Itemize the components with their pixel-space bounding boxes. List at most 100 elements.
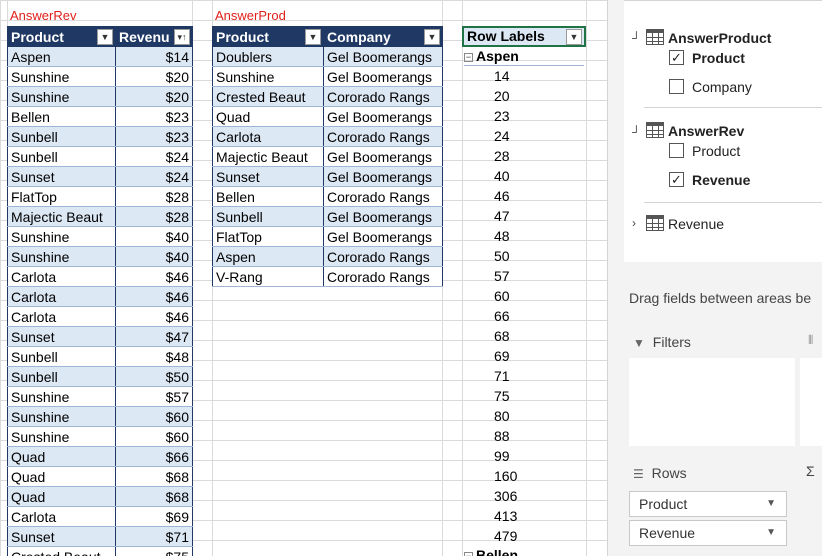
pivot-value[interactable]: 23: [494, 106, 510, 126]
chevron-down-icon[interactable]: ▼: [766, 492, 776, 516]
product-cell[interactable]: Quad: [7, 466, 116, 487]
table-row[interactable]: Quad $68: [7, 486, 193, 507]
product-cell[interactable]: V-Rang: [212, 266, 324, 287]
revenue-cell[interactable]: $24: [115, 166, 193, 187]
table-row[interactable]: Sunset $71: [7, 526, 193, 547]
table-row[interactable]: Carlota Cororado Rangs: [212, 126, 443, 147]
pivot-value[interactable]: 50: [494, 246, 510, 266]
product-cell[interactable]: Sunshine: [7, 246, 116, 267]
filter-dropdown-icon[interactable]: ▼: [305, 29, 321, 45]
product-cell[interactable]: Sunshine: [7, 66, 116, 87]
pivot-value[interactable]: 60: [494, 286, 510, 306]
pivot-value[interactable]: 71: [494, 366, 510, 386]
table-row[interactable]: Majectic Beaut Gel Boomerangs: [212, 146, 443, 167]
pivot-value[interactable]: 20: [494, 86, 510, 106]
table-row[interactable]: Sunbell $24: [7, 146, 193, 167]
product-cell[interactable]: Sunshine: [7, 426, 116, 447]
answer-rev-title[interactable]: AnswerRev: [7, 6, 79, 26]
product-cell[interactable]: Bellen: [7, 106, 116, 127]
table-row[interactable]: Doublers Gel Boomerangs: [212, 46, 443, 67]
table-row[interactable]: Quad $68: [7, 466, 193, 487]
revenue-cell[interactable]: $60: [115, 426, 193, 447]
revenue-cell[interactable]: $23: [115, 126, 193, 147]
pivot-value[interactable]: 40: [494, 166, 510, 186]
field-product[interactable]: Product: [692, 143, 740, 159]
pivot-value[interactable]: 14: [494, 66, 510, 86]
revenue-cell[interactable]: $28: [115, 186, 193, 207]
product-cell[interactable]: FlatTop: [212, 226, 324, 247]
sort-filter-icon[interactable]: ▾↑: [174, 29, 190, 45]
company-cell[interactable]: Gel Boomerangs: [323, 106, 443, 127]
checkbox-checked-icon[interactable]: ✓: [669, 172, 684, 187]
pivot-group-row[interactable]: − Bellen: [464, 545, 584, 556]
table-row[interactable]: Carlota $46: [7, 306, 193, 327]
pivot-value[interactable]: 48: [494, 226, 510, 246]
company-cell[interactable]: Cororado Rangs: [323, 266, 443, 287]
filter-dropdown-icon[interactable]: ▼: [424, 29, 440, 45]
table-row[interactable]: Carlota $46: [7, 286, 193, 307]
pivot-value[interactable]: 24: [494, 126, 510, 146]
pivot-value[interactable]: 479: [494, 526, 517, 546]
revenue-cell[interactable]: $24: [115, 146, 193, 167]
spreadsheet-grid[interactable]: AnswerRev AnswerProd Product ▼ Revenu ▾↑ A…: [0, 0, 607, 556]
table-row[interactable]: Bellen $23: [7, 106, 193, 127]
revenue-cell[interactable]: $47: [115, 326, 193, 347]
company-cell[interactable]: Gel Boomerangs: [323, 226, 443, 247]
product-cell[interactable]: Sunbell: [7, 126, 116, 147]
pivot-value[interactable]: 66: [494, 306, 510, 326]
table-row[interactable]: Crested Beaut Cororado Rangs: [212, 86, 443, 107]
pivot-value[interactable]: 68: [494, 326, 510, 346]
table-row[interactable]: Majectic Beaut $28: [7, 206, 193, 227]
field-revenue[interactable]: Revenue: [692, 172, 750, 188]
revenue-cell[interactable]: $23: [115, 106, 193, 127]
checkbox-checked-icon[interactable]: ✓: [669, 50, 684, 65]
field-table-revenue[interactable]: Revenue: [668, 216, 724, 232]
table-row[interactable]: Sunbell Gel Boomerangs: [212, 206, 443, 227]
table-row[interactable]: Sunset $47: [7, 326, 193, 347]
pivot-value[interactable]: 413: [494, 506, 517, 526]
company-cell[interactable]: Gel Boomerangs: [323, 206, 443, 227]
revenue-cell[interactable]: $68: [115, 486, 193, 507]
product-cell[interactable]: Quad: [212, 106, 324, 127]
checkbox-icon[interactable]: [669, 143, 684, 158]
product-cell[interactable]: Sunbell: [212, 206, 324, 227]
table-row[interactable]: Sunshine $40: [7, 226, 193, 247]
chevron-down-icon[interactable]: ▼: [766, 521, 776, 545]
revenue-cell[interactable]: $68: [115, 466, 193, 487]
revenue-cell[interactable]: $28: [115, 206, 193, 227]
pivot-value[interactable]: 160: [494, 466, 517, 486]
field-list[interactable]: ┘ AnswerProduct ✓ Product Company ┘ Answ…: [624, 0, 822, 262]
table-row[interactable]: Quad Gel Boomerangs: [212, 106, 443, 127]
product-cell[interactable]: Sunshine: [7, 386, 116, 407]
collapse-icon[interactable]: −: [464, 552, 473, 556]
product-cell[interactable]: Sunbell: [7, 146, 116, 167]
table-row[interactable]: Sunbell $48: [7, 346, 193, 367]
answer-prod-table[interactable]: Product ▼ Company ▼ Doublers Gel Boomerangs…: [212, 26, 443, 287]
revenue-cell[interactable]: $66: [115, 446, 193, 467]
product-cell[interactable]: Carlota: [212, 126, 324, 147]
revenue-cell[interactable]: $71: [115, 526, 193, 547]
revenue-cell[interactable]: $20: [115, 66, 193, 87]
table-row[interactable]: Crested Beaut$75: [7, 546, 193, 556]
table-row[interactable]: Sunbell $23: [7, 126, 193, 147]
company-cell[interactable]: Cororado Rangs: [323, 86, 443, 107]
product-cell[interactable]: Doublers: [212, 46, 324, 67]
table-row[interactable]: Aspen Cororado Rangs: [212, 246, 443, 267]
collapse-tree-icon[interactable]: ┘: [632, 31, 641, 45]
product-cell[interactable]: Sunshine: [7, 226, 116, 247]
pivot-value[interactable]: 88: [494, 426, 510, 446]
table-row[interactable]: FlatTop $28: [7, 186, 193, 207]
checkbox-icon[interactable]: [669, 79, 684, 94]
pivot-value[interactable]: 99: [494, 446, 510, 466]
product-cell[interactable]: Sunset: [212, 166, 324, 187]
company-cell[interactable]: Gel Boomerangs: [323, 146, 443, 167]
company-cell[interactable]: Cororado Rangs: [323, 246, 443, 267]
product-cell[interactable]: Bellen: [212, 186, 324, 207]
revenue-cell[interactable]: $57: [115, 386, 193, 407]
product-cell[interactable]: Aspen: [212, 246, 324, 267]
pivot-value[interactable]: 306: [494, 486, 517, 506]
company-cell[interactable]: Gel Boomerangs: [323, 46, 443, 67]
collapse-icon[interactable]: −: [464, 53, 473, 62]
field-company[interactable]: Company: [692, 79, 752, 95]
pivot-value[interactable]: 69: [494, 346, 510, 366]
